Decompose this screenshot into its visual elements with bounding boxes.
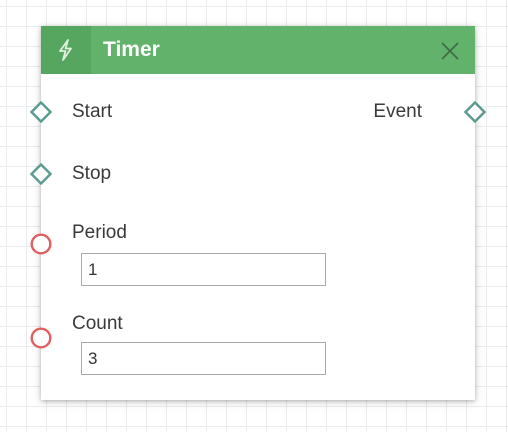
period-input[interactable] xyxy=(81,253,326,286)
output-label-event: Event xyxy=(373,101,422,122)
input-label-count: Count xyxy=(72,313,123,334)
node-title: Timer xyxy=(103,38,160,61)
count-input[interactable] xyxy=(81,342,326,375)
stop-port-diamond-icon[interactable] xyxy=(30,163,52,185)
node-header[interactable]: Timer xyxy=(41,26,475,74)
start-port-diamond-icon[interactable] xyxy=(30,101,52,123)
count-port-circle-icon[interactable] xyxy=(30,327,52,349)
period-port-circle-icon[interactable] xyxy=(30,233,52,255)
event-port-diamond-icon[interactable] xyxy=(464,101,486,123)
input-label-period: Period xyxy=(72,222,127,243)
lightning-bolt-icon xyxy=(59,39,72,61)
close-icon[interactable] xyxy=(439,40,461,62)
timer-node[interactable]: Timer Start Event Stop Period Count xyxy=(41,26,475,400)
node-type-icon-box xyxy=(41,26,91,74)
input-label-stop: Stop xyxy=(72,163,112,184)
input-label-start: Start xyxy=(72,101,113,122)
